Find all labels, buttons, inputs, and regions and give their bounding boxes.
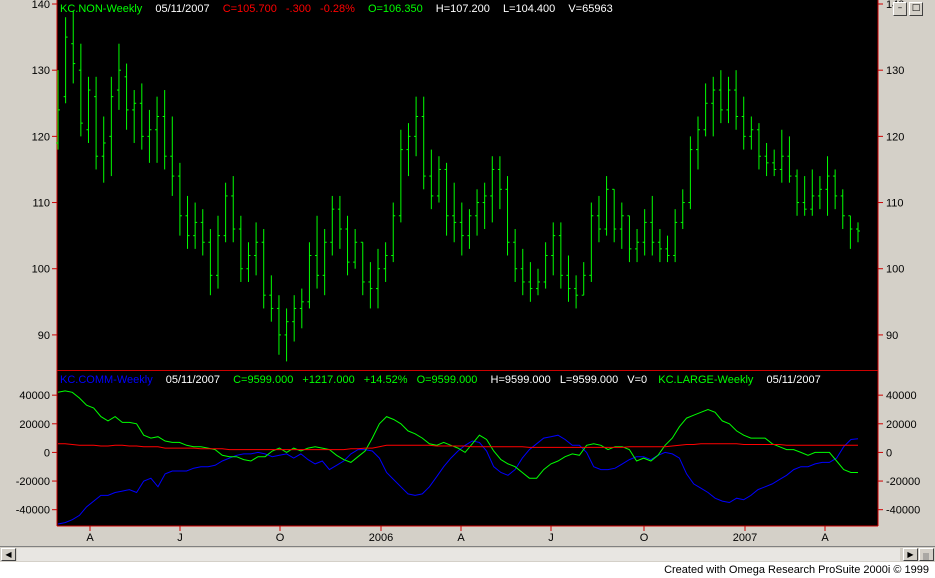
price-pct: -0.28% <box>320 3 355 15</box>
x-tick-label: A <box>86 532 94 544</box>
price-date: 05/11/2007 <box>155 3 209 15</box>
scroll-thumb[interactable] <box>919 548 934 561</box>
cot-tick-label-left: -20000 <box>16 476 50 488</box>
cot-tick-label-right: 20000 <box>886 419 917 431</box>
cot-close: C=9599.000 <box>233 374 293 386</box>
chart-window: 1401401301301201201101101001009090 40000… <box>0 0 935 578</box>
cot-low: L=9599.000 <box>560 374 618 386</box>
scroll-right-button[interactable]: ▶ <box>903 548 918 561</box>
x-tick-label: 2007 <box>733 532 757 544</box>
cot-tick-label-right: 0 <box>886 447 892 459</box>
cot-tick-label-left: 40000 <box>19 390 50 402</box>
restore-button[interactable]: □ <box>909 2 923 16</box>
cot-date-2: 05/11/2007 <box>766 374 820 386</box>
price-volume: V=65963 <box>568 3 612 15</box>
price-tick-label-right: 100 <box>886 264 904 276</box>
price-symbol: KC.NON-Weekly <box>60 3 143 15</box>
price-tick-label-right: 120 <box>886 131 904 143</box>
cot-symbol: KC.COMM-Weekly <box>60 374 153 386</box>
price-low: L=104.400 <box>503 3 555 15</box>
price-change: -.300 <box>286 3 311 15</box>
price-tick-label-right: 110 <box>886 198 904 210</box>
price-close: C=105.700 <box>223 3 277 15</box>
scroll-left-button[interactable]: ◀ <box>1 548 16 561</box>
price-tick-label-left: 100 <box>32 264 50 276</box>
x-tick-label: O <box>276 532 285 544</box>
price-tick-label-left: 90 <box>38 330 50 342</box>
price-legend: KC.NON-Weekly 05/11/2007 C=105.700 -.300… <box>60 3 613 15</box>
cot-date: 05/11/2007 <box>166 374 220 386</box>
cot-pct: +14.52% <box>364 374 408 386</box>
price-tick-label-left: 110 <box>32 198 50 210</box>
price-tick-label-right: 130 <box>886 65 904 77</box>
cot-symbol-2: KC.LARGE-Weekly <box>658 374 754 386</box>
cot-change: +1217.000 <box>302 374 354 386</box>
scroll-track[interactable] <box>17 548 900 561</box>
price-high: H=107.200 <box>436 3 490 15</box>
grip-icon <box>923 553 929 560</box>
x-tick-label: O <box>640 532 649 544</box>
cot-high: H=9599.000 <box>491 374 551 386</box>
price-open: O=106.350 <box>368 3 423 15</box>
x-tick-label: A <box>821 532 829 544</box>
cot-legend: KC.COMM-Weekly 05/11/2007 C=9599.000 +12… <box>60 374 821 386</box>
price-tick-label-left: 140 <box>32 0 50 11</box>
x-tick-label: 2006 <box>369 532 393 544</box>
x-tick-label: J <box>177 532 183 544</box>
price-tick-label-left: 120 <box>32 131 50 143</box>
horizontal-scrollbar[interactable]: ◀ ▶ <box>0 546 935 562</box>
cot-tick-label-left: 20000 <box>19 419 50 431</box>
cot-tick-label-left: 0 <box>44 447 50 459</box>
minimize-button[interactable]: – <box>893 2 907 16</box>
price-tick-label-left: 130 <box>32 65 50 77</box>
cot-open: O=9599.000 <box>417 374 478 386</box>
chart-canvas[interactable]: 1401401301301201201101101001009090 40000… <box>0 0 935 546</box>
price-tick-label-right: 90 <box>886 330 898 342</box>
cot-volume: V=0 <box>627 374 647 386</box>
cot-tick-label-right: -40000 <box>886 505 920 517</box>
x-tick-label: A <box>457 532 465 544</box>
window-controls: – □ <box>893 2 927 16</box>
cot-tick-label-right: 40000 <box>886 390 917 402</box>
cot-tick-label-left: -40000 <box>16 505 50 517</box>
footer: Created with Omega Research ProSuite 200… <box>0 562 935 578</box>
cot-tick-label-right: -20000 <box>886 476 920 488</box>
x-tick-label: J <box>548 532 554 544</box>
credit-text: Created with Omega Research ProSuite 200… <box>664 564 929 576</box>
